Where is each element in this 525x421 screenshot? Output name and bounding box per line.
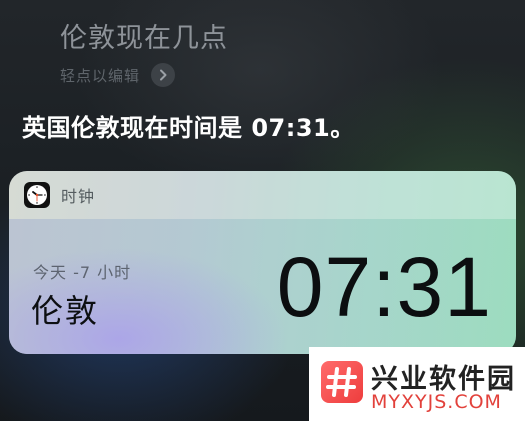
- current-time: 07:31: [276, 240, 492, 334]
- hash-logo-icon: [321, 361, 363, 403]
- site-watermark: 兴业软件园 MYXYJS.COM: [309, 347, 525, 421]
- siri-query-text[interactable]: 伦敦现在几点: [60, 16, 228, 55]
- clock-result-card[interactable]: 时钟 今天 -7 小时 伦敦 07:31: [9, 171, 516, 354]
- city-name: 伦敦: [31, 292, 100, 330]
- tap-to-edit[interactable]: 轻点以编辑: [60, 62, 176, 88]
- day-offset-label: 今天 -7 小时: [33, 263, 132, 282]
- siri-response-text: 英国伦敦现在时间是 07:31。: [22, 114, 355, 142]
- tap-to-edit-label[interactable]: 轻点以编辑: [60, 65, 140, 86]
- card-header: 时钟: [9, 171, 516, 219]
- chevron-right-icon[interactable]: [151, 63, 176, 87]
- card-body: 今天 -7 小时 伦敦 07:31: [9, 219, 516, 354]
- watermark-url: MYXYJS.COM: [371, 391, 502, 413]
- clock-app-name: 时钟: [61, 187, 96, 206]
- clock-icon: [24, 182, 50, 208]
